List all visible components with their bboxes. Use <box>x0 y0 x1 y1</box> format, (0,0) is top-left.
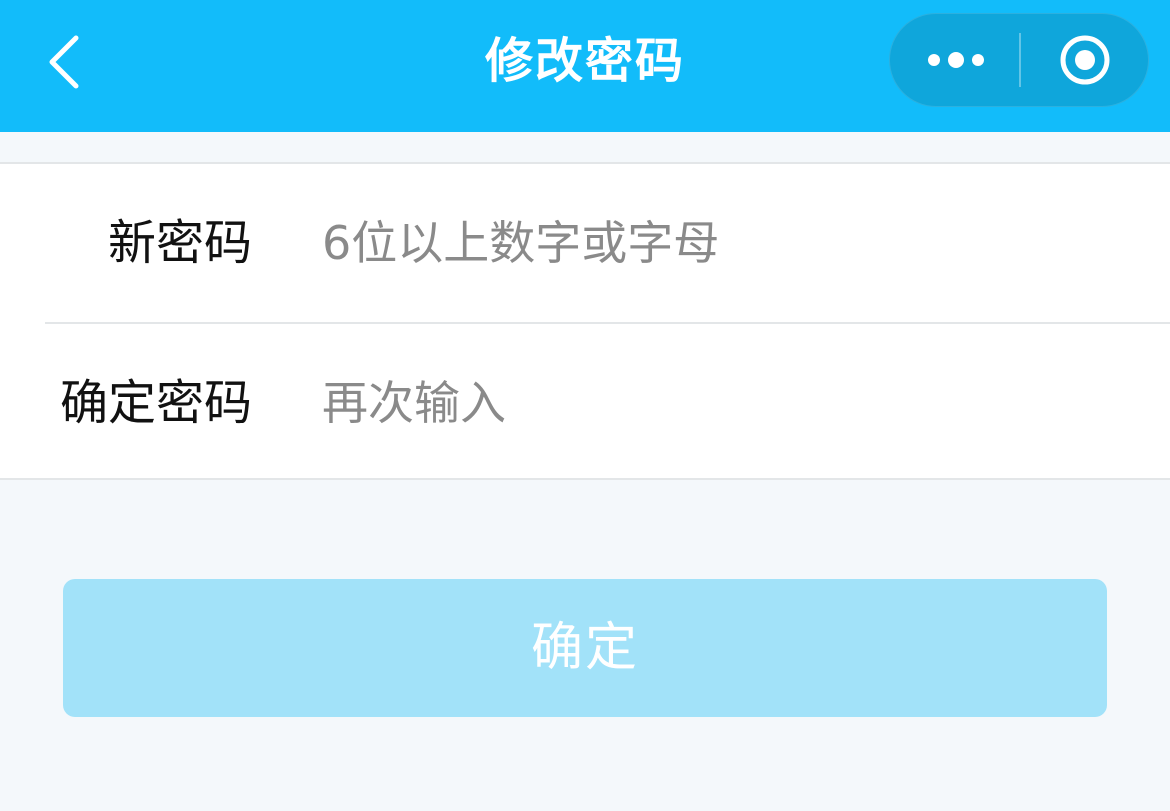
confirm-password-row: 确定密码 <box>0 324 1170 482</box>
confirm-password-label: 确定密码 <box>59 375 252 431</box>
new-password-row: 新密码 <box>0 164 1170 322</box>
confirm-password-input[interactable] <box>322 368 1122 438</box>
new-password-input[interactable] <box>322 208 1122 278</box>
password-form: 新密码 确定密码 <box>0 162 1170 480</box>
mini-program-capsule <box>889 13 1149 107</box>
page-title: 修改密码 <box>484 33 685 89</box>
more-button[interactable] <box>889 13 1019 107</box>
more-dots-icon <box>928 52 984 68</box>
close-mini-program-button[interactable] <box>1021 13 1149 107</box>
target-circle-icon <box>1060 35 1110 85</box>
navigation-bar: 修改密码 <box>0 0 1170 132</box>
back-button[interactable] <box>28 20 100 100</box>
new-password-label: 新密码 <box>107 215 252 271</box>
confirm-button[interactable]: 确定 <box>63 579 1107 717</box>
chevron-left-icon <box>49 35 79 89</box>
